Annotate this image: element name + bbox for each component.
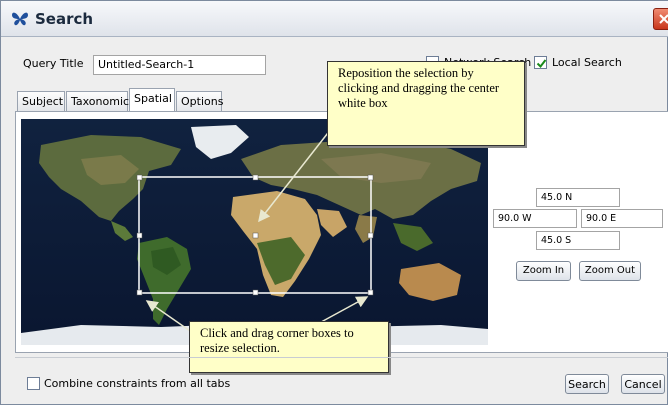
west-coordinate-field[interactable]: 90.0 W <box>493 209 577 228</box>
combine-constraints-checkbox[interactable] <box>27 377 40 390</box>
resize-callout: Click and drag corner boxes to resize se… <box>189 321 389 373</box>
cancel-button[interactable]: Cancel <box>621 374 665 394</box>
search-dialog: Search Query Title Untitled-Search-1 Net… <box>0 0 668 405</box>
reposition-callout: Reposition the selection by clicking and… <box>327 61 525 146</box>
footer-divider <box>15 357 668 358</box>
combine-constraints-label: Combine constraints from all tabs <box>44 377 231 390</box>
north-coordinate-field[interactable]: 45.0 N <box>536 188 620 207</box>
search-button[interactable]: Search <box>565 374 609 394</box>
zoom-in-button[interactable]: Zoom In <box>516 261 571 281</box>
zoom-out-button[interactable]: Zoom Out <box>579 261 641 281</box>
south-coordinate-field[interactable]: 45.0 S <box>536 231 620 250</box>
east-coordinate-field[interactable]: 90.0 E <box>581 209 663 228</box>
